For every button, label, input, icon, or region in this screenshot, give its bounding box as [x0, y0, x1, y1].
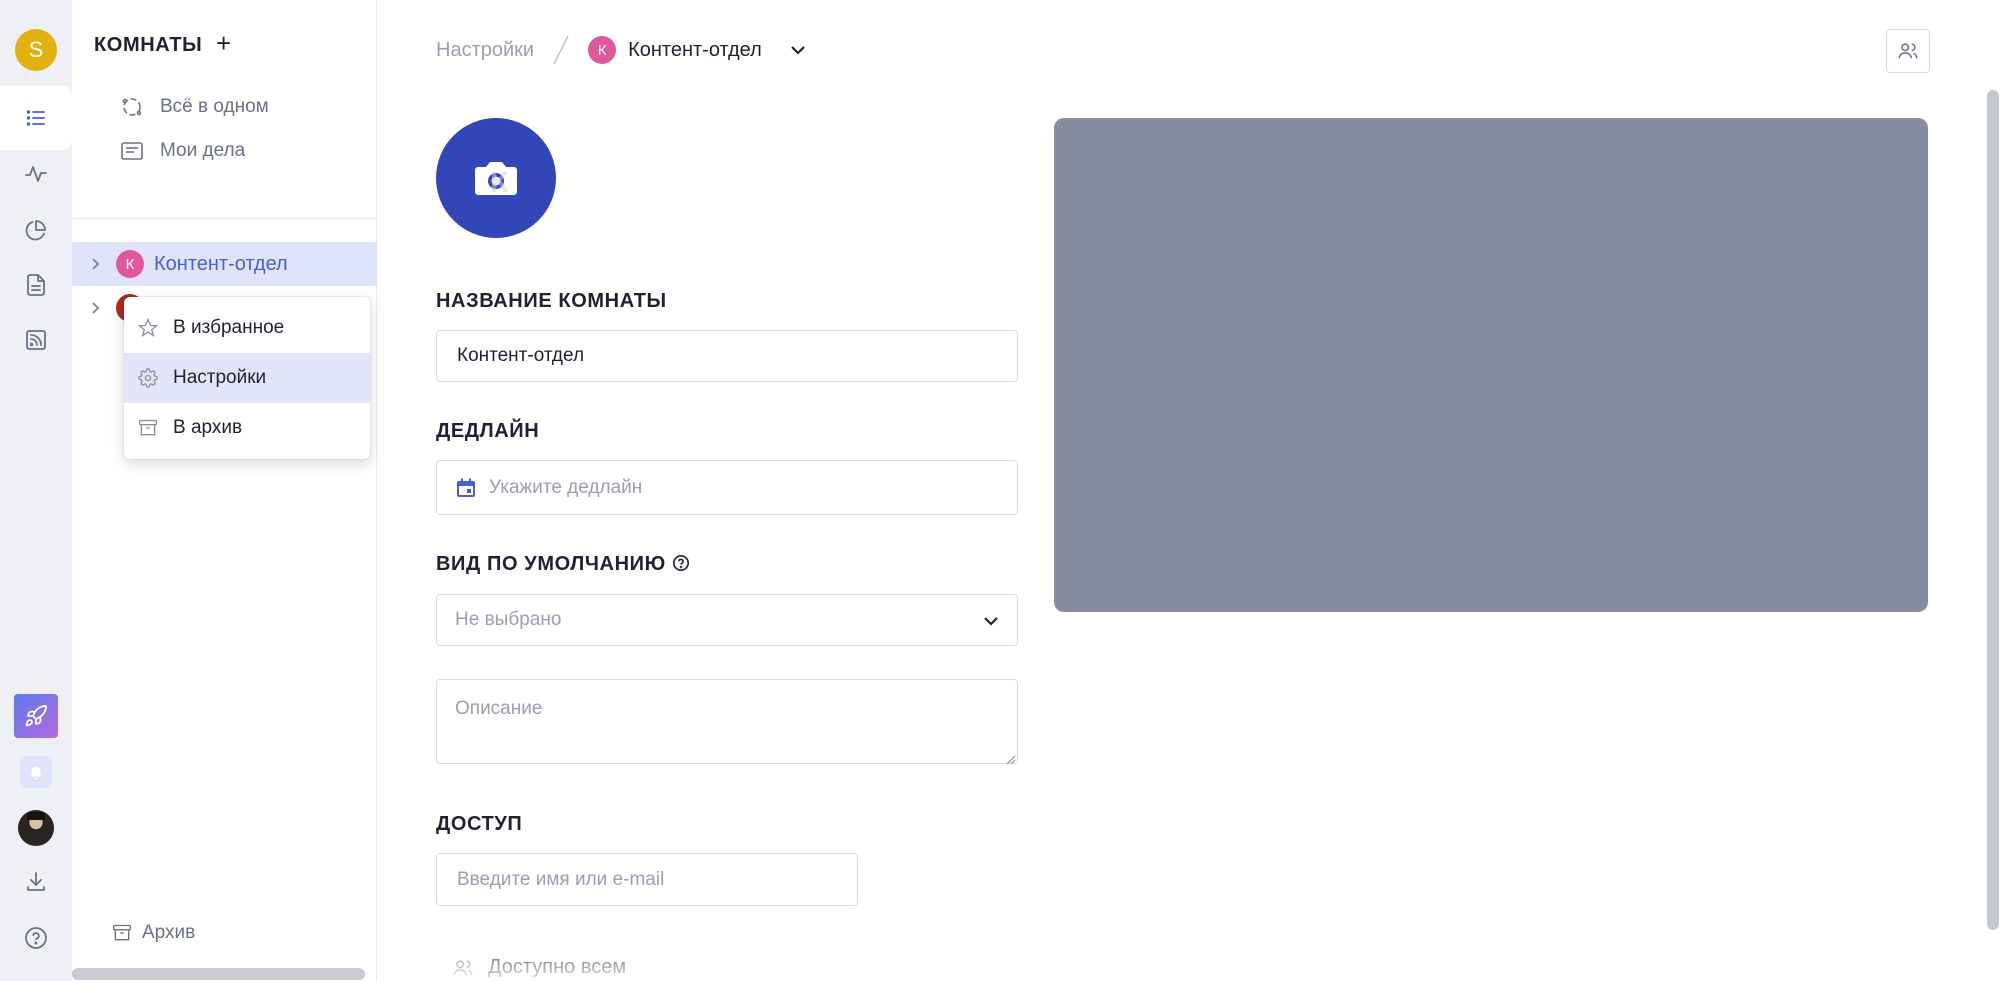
- menu-item-favorite[interactable]: В избранное: [124, 303, 370, 353]
- sidebar-item-label: Мои дела: [160, 140, 246, 161]
- deadline-label: ДЕДЛАЙН: [436, 420, 540, 442]
- access-everyone-row[interactable]: Доступно всем: [452, 956, 626, 979]
- user-avatar[interactable]: S: [15, 29, 57, 71]
- sidebar-item-all-in-one[interactable]: Всё в одном: [120, 91, 269, 123]
- breadcrumb-separator: [546, 34, 576, 66]
- deadline-field[interactable]: [436, 460, 1018, 515]
- access-label: ДОСТУП: [436, 813, 523, 835]
- rooms-title: КОМНАТЫ: [94, 34, 203, 56]
- default-view-value: Не выбрано: [455, 609, 562, 630]
- sidebar-item-label: Всё в одном: [160, 96, 269, 117]
- room-avatar[interactable]: К: [436, 118, 556, 238]
- download-icon[interactable]: [22, 868, 50, 896]
- help-icon[interactable]: [22, 924, 50, 952]
- rss-icon[interactable]: [22, 326, 50, 354]
- deadline-input[interactable]: [489, 462, 1009, 513]
- menu-item-archive[interactable]: В архив: [124, 403, 370, 453]
- members-button[interactable]: [1886, 29, 1930, 73]
- users-icon: [453, 959, 473, 975]
- camera-icon: К: [475, 162, 517, 199]
- star-icon: [138, 318, 158, 337]
- room-label: Контент-отдел: [154, 252, 288, 275]
- room-name-input[interactable]: [436, 330, 1018, 382]
- rooms-sidebar: КОМНАТЫ + Всё в одном Мои дела К Контент…: [72, 0, 377, 981]
- breadcrumb-root[interactable]: Настройки: [436, 39, 534, 62]
- access-search-input[interactable]: [436, 853, 858, 906]
- chevron-right-icon[interactable]: [88, 257, 102, 271]
- chevron-down-icon[interactable]: [788, 40, 808, 60]
- activity-icon[interactable]: [22, 160, 50, 188]
- chevron-right-icon[interactable]: [88, 301, 102, 315]
- list-icon[interactable]: [22, 104, 50, 132]
- access-everyone-label: Доступно всем: [488, 956, 627, 978]
- main-scrollbar[interactable]: [1987, 90, 1999, 930]
- sidebar-archive-link[interactable]: Архив: [112, 922, 195, 944]
- chevron-down-icon: [981, 611, 1001, 631]
- add-room-button[interactable]: +: [216, 30, 231, 56]
- room-badge: К: [588, 36, 617, 64]
- breadcrumb: Настройки К Контент-отдел: [436, 34, 808, 66]
- archive-icon: [139, 419, 157, 436]
- menu-item-settings[interactable]: Настройки: [124, 353, 370, 403]
- menu-item-label: Настройки: [173, 367, 267, 388]
- room-name-label: НАЗВАНИЕ КОМНАТЫ: [436, 290, 667, 312]
- room-badge: К: [116, 250, 144, 278]
- breadcrumb-current[interactable]: Контент-отдел: [628, 39, 762, 62]
- bell-icon[interactable]: [20, 756, 52, 788]
- calendar-icon: [457, 478, 475, 497]
- room-context-menu: В избранное Настройки В архив: [124, 297, 370, 459]
- users-icon: [1898, 43, 1918, 59]
- rocket-icon[interactable]: [14, 694, 58, 738]
- gear-icon: [138, 368, 158, 388]
- default-view-label: ВИД ПО УМОЛЧАНИЮ: [436, 553, 690, 576]
- description-input[interactable]: [436, 679, 1018, 764]
- pie-chart-icon[interactable]: [22, 216, 50, 244]
- sidebar-scrollbar[interactable]: [72, 968, 365, 980]
- menu-item-label: В архив: [173, 417, 243, 438]
- tasks-icon: [121, 142, 143, 160]
- document-icon[interactable]: [22, 271, 50, 299]
- default-view-select[interactable]: Не выбрано: [436, 594, 1018, 646]
- resize-handle-icon[interactable]: [1006, 752, 1016, 765]
- question-icon[interactable]: [672, 554, 690, 572]
- orbit-icon: [122, 98, 142, 116]
- room-cover[interactable]: [1054, 118, 1928, 612]
- app-rail: S: [0, 0, 72, 981]
- default-view-label-text: ВИД ПО УМОЛЧАНИЮ: [436, 553, 666, 575]
- sidebar-item-my-tasks[interactable]: Мои дела: [120, 135, 245, 167]
- menu-item-label: В избранное: [173, 317, 285, 338]
- archive-icon: [113, 924, 131, 941]
- svg-text:К: К: [490, 166, 509, 199]
- room-item-content-dept[interactable]: К Контент-отдел: [72, 242, 377, 286]
- archive-label: Архив: [142, 922, 196, 943]
- user-photo[interactable]: [18, 810, 54, 846]
- sidebar-divider: [72, 218, 377, 219]
